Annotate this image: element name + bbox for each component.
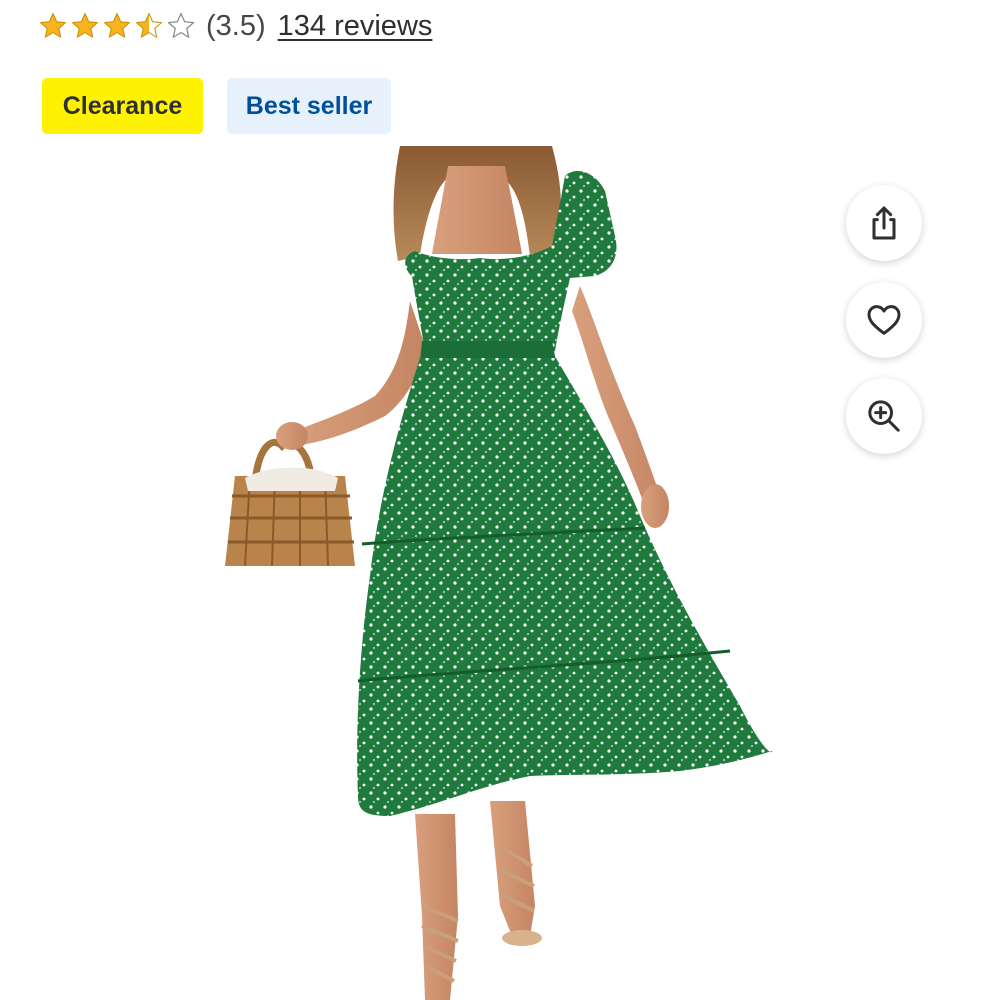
heart-icon <box>867 305 901 335</box>
zoom-in-icon <box>868 400 900 432</box>
star-full-icon <box>40 13 66 38</box>
favorite-button[interactable] <box>846 282 922 358</box>
share-button[interactable] <box>846 185 922 261</box>
best-seller-badge: Best seller <box>227 78 391 134</box>
rating-value: (3.5) <box>206 9 266 42</box>
star-empty-icon <box>167 12 195 38</box>
star-half-icon <box>136 13 162 38</box>
reviews-link[interactable]: 134 reviews <box>278 10 433 43</box>
star-full-icon <box>72 13 98 38</box>
badge-row: Clearance Best seller <box>42 78 415 134</box>
star-rating <box>38 11 198 41</box>
product-image[interactable] <box>200 146 800 1000</box>
zoom-button[interactable] <box>846 378 922 454</box>
star-full-icon <box>104 13 130 38</box>
share-icon <box>872 206 896 240</box>
rating-row: (3.5) 134 reviews <box>38 4 432 48</box>
clearance-badge: Clearance <box>42 78 203 134</box>
